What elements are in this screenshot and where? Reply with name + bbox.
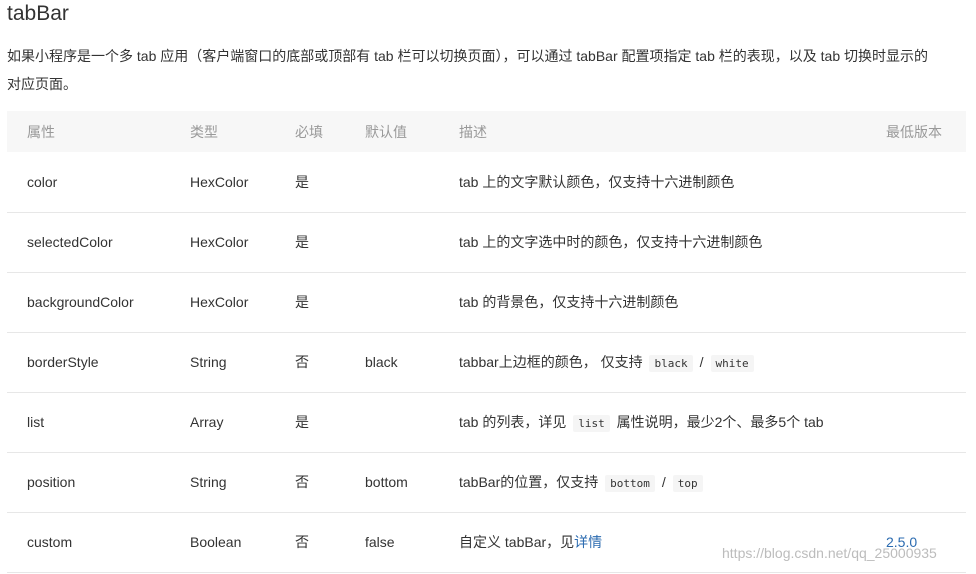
table-row: color HexColor 是 tab 上的文字默认颜色，仅支持十六进制颜色 bbox=[7, 152, 966, 212]
separator: / bbox=[661, 474, 666, 490]
table-row: list Array 是 tab 的列表，详见 list 属性说明，最少2个、最… bbox=[7, 392, 966, 452]
cell-required: 是 bbox=[295, 234, 309, 250]
cell-type: String bbox=[190, 474, 227, 490]
header-min-version: 最低版本 bbox=[886, 123, 942, 140]
details-link[interactable]: 详情 bbox=[574, 534, 602, 550]
cell-name: borderStyle bbox=[27, 354, 99, 370]
cell-version bbox=[866, 332, 966, 392]
cell-version bbox=[866, 452, 966, 512]
code-list: list bbox=[573, 415, 610, 432]
cell-name: backgroundColor bbox=[27, 294, 134, 310]
cell-name: selectedColor bbox=[27, 234, 113, 250]
header-property: 属性 bbox=[27, 123, 55, 140]
code-white: white bbox=[710, 355, 754, 372]
cell-type: Boolean bbox=[190, 534, 242, 550]
cell-required: 是 bbox=[295, 414, 309, 430]
cell-default bbox=[345, 152, 439, 212]
header-required: 必填 bbox=[295, 123, 323, 140]
cell-type: HexColor bbox=[190, 294, 249, 310]
cell-default bbox=[345, 392, 439, 452]
cell-type: Array bbox=[190, 414, 224, 430]
cell-version-link[interactable]: 2.5.0 bbox=[866, 512, 966, 572]
cell-required: 是 bbox=[295, 173, 309, 190]
cell-required: 否 bbox=[295, 474, 309, 490]
cell-default bbox=[345, 212, 439, 272]
code-top: top bbox=[672, 475, 703, 492]
cell-default: false bbox=[365, 534, 395, 550]
table-row: selectedColor HexColor 是 tab 上的文字选中时的颜色，… bbox=[7, 212, 966, 272]
code-black: black bbox=[649, 355, 693, 372]
cell-required: 否 bbox=[295, 534, 309, 550]
cell-version bbox=[866, 212, 966, 272]
table-row: borderStyle String 否 black tabbar上边框的颜色，… bbox=[7, 332, 966, 392]
cell-description: tab 的背景色，仅支持十六进制颜色 bbox=[459, 294, 679, 310]
intro-line-2: 对应页面。 bbox=[7, 76, 77, 92]
desc-text: tabBar的位置，仅支持 bbox=[459, 474, 599, 490]
cell-name: custom bbox=[27, 534, 73, 550]
cell-default: black bbox=[365, 354, 398, 370]
cell-description: tabBar的位置，仅支持 bottom / top bbox=[439, 452, 866, 512]
cell-default bbox=[345, 272, 439, 332]
config-table: 属性 类型 必填 默认值 描述 最低版本 color HexColor 是 ta… bbox=[7, 111, 966, 573]
intro-paragraph: 如果小程序是一个多 tab 应用（客户端窗口的底部或顶部有 tab 栏可以切换页… bbox=[7, 42, 971, 98]
table-row: custom Boolean 否 false 自定义 tabBar，见详情 2.… bbox=[7, 512, 966, 572]
cell-description: tabbar上边框的颜色， 仅支持 black / white bbox=[439, 332, 866, 392]
desc-text: tab 的列表，详见 bbox=[459, 414, 567, 430]
cell-name: color bbox=[27, 173, 58, 190]
header-default: 默认值 bbox=[365, 123, 407, 140]
cell-version bbox=[866, 392, 966, 452]
cell-required: 否 bbox=[295, 354, 309, 370]
desc-text-post: 属性说明，最少2个、最多5个 tab bbox=[616, 414, 824, 430]
separator: / bbox=[699, 354, 704, 370]
cell-required: 是 bbox=[295, 294, 309, 310]
cell-description: tab 上的文字选中时的颜色，仅支持十六进制颜色 bbox=[459, 234, 763, 250]
cell-type: HexColor bbox=[190, 173, 249, 190]
cell-version bbox=[866, 152, 966, 212]
cell-name: list bbox=[27, 414, 45, 430]
code-bottom: bottom bbox=[605, 475, 655, 492]
watermark: https://blog.csdn.net/qq_25000935 bbox=[722, 545, 937, 561]
header-description: 描述 bbox=[459, 123, 487, 140]
cell-default: bottom bbox=[365, 474, 408, 490]
cell-description: 自定义 tabBar，见详情 bbox=[439, 512, 866, 572]
cell-description: tab 的列表，详见 list 属性说明，最少2个、最多5个 tab bbox=[439, 392, 866, 452]
table-header-row: 属性 类型 必填 默认值 描述 最低版本 bbox=[7, 111, 966, 152]
desc-text: tabbar上边框的颜色， 仅支持 bbox=[459, 354, 643, 370]
desc-text: 自定义 tabBar，见 bbox=[459, 534, 575, 550]
table-row: position String 否 bottom tabBar的位置，仅支持 b… bbox=[7, 452, 966, 512]
cell-version bbox=[866, 272, 966, 332]
page-title: tabBar bbox=[7, 2, 69, 25]
header-type: 类型 bbox=[190, 123, 218, 140]
intro-line-1: 如果小程序是一个多 tab 应用（客户端窗口的底部或顶部有 tab 栏可以切换页… bbox=[7, 48, 928, 64]
cell-type: HexColor bbox=[190, 234, 249, 250]
cell-type: String bbox=[190, 354, 227, 370]
cell-description: tab 上的文字默认颜色，仅支持十六进制颜色 bbox=[459, 173, 735, 190]
table-row: backgroundColor HexColor 是 tab 的背景色，仅支持十… bbox=[7, 272, 966, 332]
cell-name: position bbox=[27, 474, 76, 490]
